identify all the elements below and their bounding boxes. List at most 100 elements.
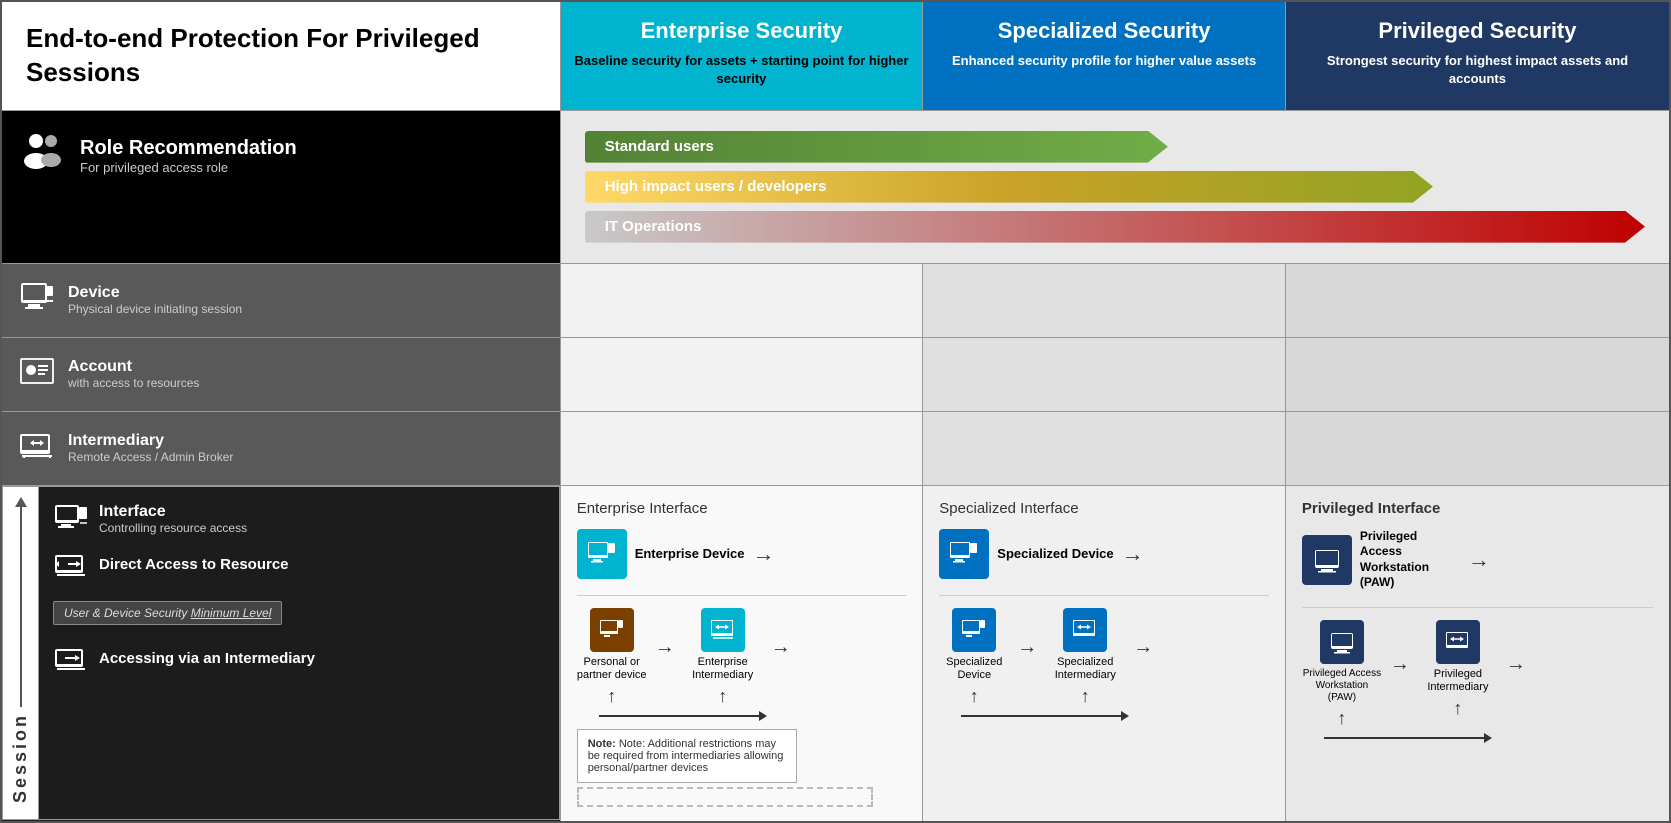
spec-bottom-line [961,715,1121,717]
device-specialized-cell [923,263,1286,337]
session-line [20,507,22,707]
specialized-interface-title: Specialized Interface [939,500,1269,517]
intermediary-enterprise-cell [560,411,923,485]
arrow-standard: Standard users [585,131,1168,163]
flow-arrow-1: → [655,636,675,659]
intermediary-title: Intermediary [68,432,233,450]
spec-device2-icon [952,608,996,652]
intermediary-icon [18,426,56,471]
account-privileged-cell [1285,337,1670,411]
privileged-intermediary-icon [1436,620,1480,664]
enterprise-intermediary-label: Enterprise Intermediary [683,656,763,682]
accessing-via-icon [53,641,89,677]
enterprise-separator [577,595,907,596]
device-privileged-cell [1285,263,1670,337]
interface-subtitle: Controlling resource access [99,521,247,535]
device-subtitle: Physical device initiating session [68,302,242,316]
enterprise-intermediary-icon [701,608,745,652]
bottom-flow-line [599,715,759,717]
session-col: Session [3,486,39,819]
paw-label: Privileged Access Workstation (PAW) [1360,529,1460,591]
spec-device2-label: Specialized Device [939,656,1009,682]
spec-bottom-arrow [1121,711,1129,721]
paw-device-icon [1302,535,1352,585]
account-title: Account [68,358,199,376]
enterprise-device-icon [577,529,627,579]
session-arrow-up [15,497,27,507]
enterprise-arrow-right: → [753,541,775,567]
enterprise-device-label: Enterprise Device [635,546,745,561]
direct-access-icon [53,547,89,583]
privileged-label: Privileged Security [1298,18,1657,44]
spec-flow-arrow1: → [1017,636,1037,659]
note-box: Note: Note: Additional restrictions may … [577,729,797,783]
enterprise-accessing-section: Personal or partner device ↑ → [577,608,907,807]
priv-flow-arrow1: → [1390,653,1410,676]
role-subtitle: For privileged access role [80,160,297,175]
main-title: End-to-end Protection For Privileged Ses… [26,22,536,90]
privileged-interface-title: Privileged Interface [1302,500,1653,517]
account-icon [18,352,56,397]
enterprise-interface-title: Enterprise Interface [577,500,907,517]
specialized-intermediary-label: Specialized Intermediary [1045,656,1125,682]
personal-device-icon [590,608,634,652]
priv-flow-arrow2: → [1506,653,1526,676]
specialized-separator [939,595,1269,596]
specialized-device-label: Specialized Device [997,546,1113,561]
device-enterprise-cell [560,263,923,337]
specialized-desc: Enhanced security profile for higher val… [952,53,1256,68]
specialized-interface-cell: Specialized Interface Specialized Device… [923,485,1286,822]
enterprise-interface-cell: Enterprise Interface Enterprise Device → [560,485,923,822]
privileged-interface-cell: Privileged Interface Privileged Access W… [1285,485,1670,822]
priv-up-arrow1: ↑ [1337,708,1346,729]
arrow-high-impact: High impact users / developers [585,171,1433,203]
role-arrows-cell: Standard users High impact users / devel… [560,110,1670,263]
privileged-accessing-section: Privileged Access Workstation (PAW) ↑ → [1302,620,1653,743]
paw2-icon [1320,620,1364,664]
account-subtitle: with access to resources [68,376,199,390]
session-label: Session [10,707,31,809]
interface-icon [53,501,89,537]
intermediary-privileged-cell [1285,411,1670,485]
priv-up-arrow2: ↑ [1453,698,1462,719]
role-title: Role Recommendation [80,137,297,160]
arrow-it-ops: IT Operations [585,211,1645,243]
specialized-label: Specialized Security [935,18,1273,44]
paw2-label: Privileged Access Workstation (PAW) [1302,668,1382,704]
enterprise-label: Enterprise Security [573,18,911,44]
intermediary-cell: Intermediary Remote Access / Admin Broke… [1,411,560,485]
device-title: Device [68,284,242,302]
role-left-cell: Role Recommendation For privileged acces… [1,110,560,263]
privileged-header: Privileged Security Strongest security f… [1285,1,1670,110]
intermediary-specialized-cell [923,411,1286,485]
device-cell: Device Physical device initiating sessio… [1,263,560,337]
paw-arrow-right: → [1468,547,1490,573]
min-level-badge: User & Device Security Minimum Level [53,601,282,625]
enterprise-desc: Baseline security for assets + starting … [574,53,908,86]
interface-title: Interface [99,503,247,521]
priv-bottom-line [1324,737,1484,739]
accessing-via-text: Accessing via an Intermediary [99,650,315,667]
role-icon [18,127,68,186]
account-specialized-cell [923,337,1286,411]
personal-device-label: Personal or partner device [577,656,647,682]
device-icon [18,278,56,323]
title-cell: End-to-end Protection For Privileged Ses… [1,1,560,110]
bottom-flow-arrowhead [759,711,767,721]
enterprise-header: Enterprise Security Baseline security fo… [560,1,923,110]
specialized-device-icon [939,529,989,579]
account-enterprise-cell [560,337,923,411]
priv-bottom-arrow [1484,733,1492,743]
spec-up-arrow2: ↑ [1081,686,1090,707]
privileged-intermediary-label: Privileged Intermediary [1418,668,1498,694]
intermediary-subtitle: Remote Access / Admin Broker [68,450,233,464]
specialized-intermediary-icon [1063,608,1107,652]
interface-content-left: Interface Controlling resource access [39,486,560,819]
specialized-header: Specialized Security Enhanced security p… [923,1,1286,110]
personal-up-arrow: ↑ [607,686,616,707]
spec-flow-arrow2: → [1133,636,1153,659]
interface-left-cell: Session [1,485,560,822]
account-cell: Account with access to resources [1,337,560,411]
dashed-indicator [577,787,874,807]
privileged-separator [1302,607,1653,608]
